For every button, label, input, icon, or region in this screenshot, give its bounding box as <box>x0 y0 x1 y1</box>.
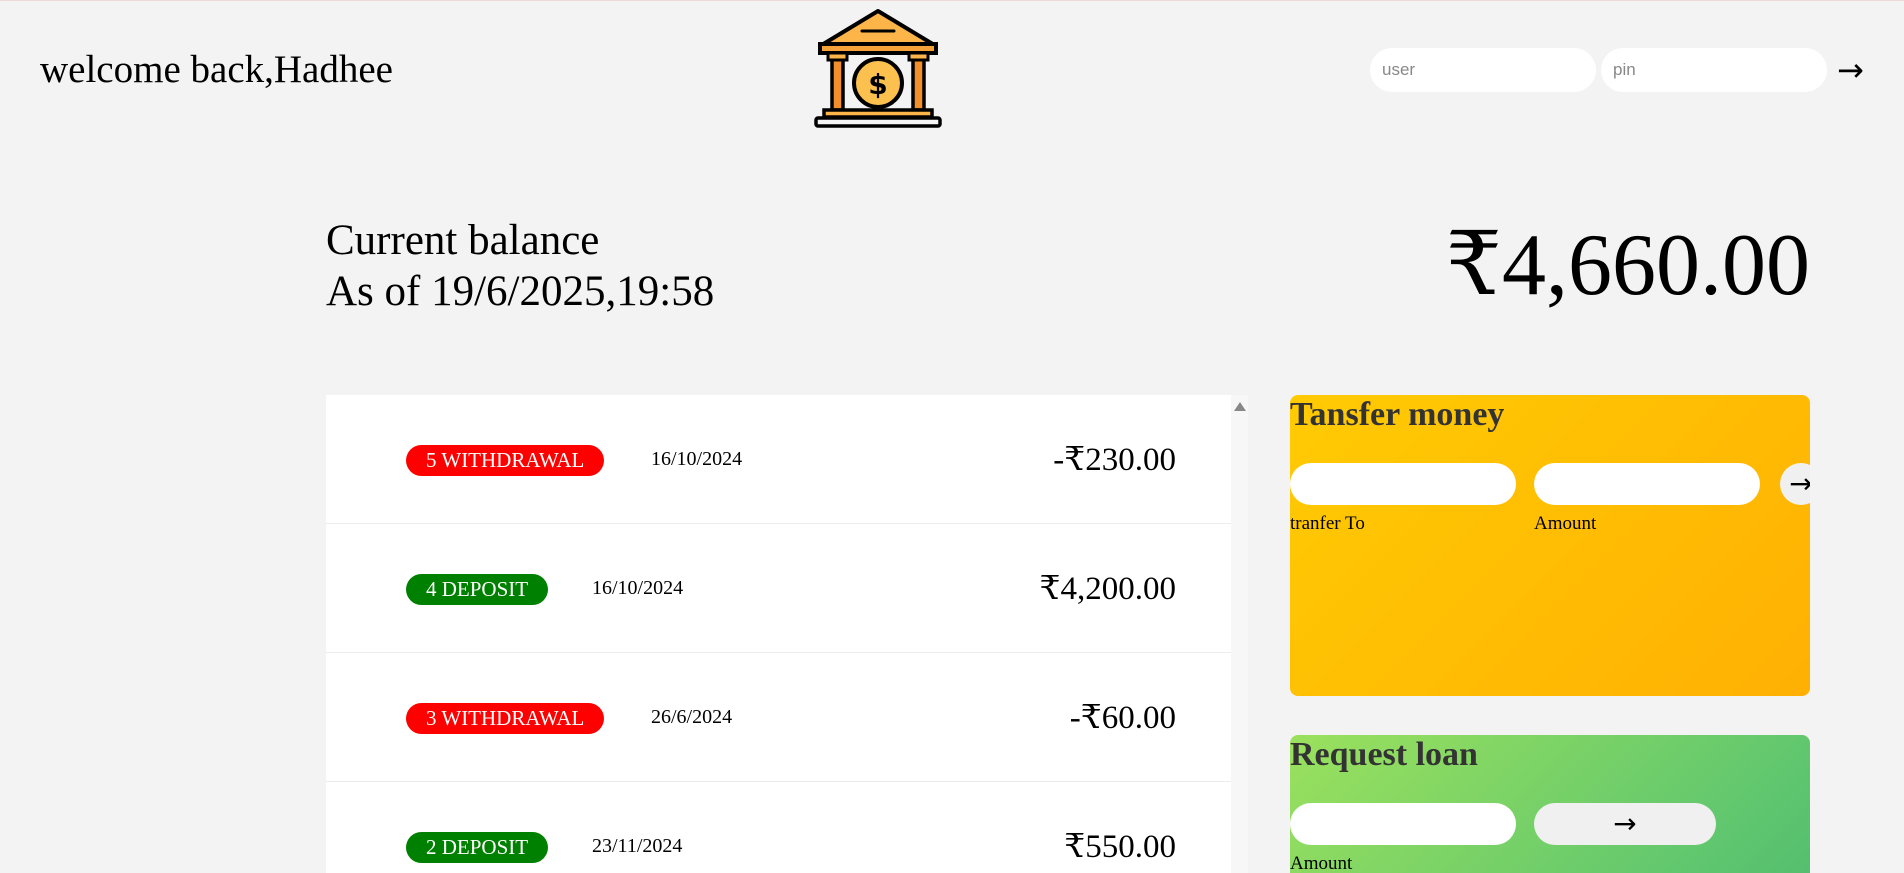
loan-amount-label: Amount <box>1290 853 1353 873</box>
movement-amount: -₹60.00 <box>1069 700 1176 736</box>
transfer-to-input[interactable] <box>1290 463 1516 505</box>
login-submit-button[interactable]: → <box>1837 54 1864 86</box>
transfer-to-label: tranfer To <box>1290 513 1365 534</box>
movement-row: 5 WITHDRAWAL 16/10/2024 -₹230.00 <box>326 395 1231 524</box>
movements-list[interactable]: 5 WITHDRAWAL 16/10/2024 -₹230.00 4 DEPOS… <box>326 395 1248 873</box>
movement-type-badge: 4 DEPOSIT <box>406 574 549 605</box>
balance-value: ₹4,660.00 <box>1446 217 1810 314</box>
movement-date: 16/10/2024 <box>651 448 743 470</box>
welcome-message: welcome back,Hadhee <box>40 48 393 91</box>
login-form: → <box>1370 48 1864 92</box>
transfer-panel: Tansfer money → tranfer To Amount <box>1290 395 1810 696</box>
login-user-input[interactable] <box>1370 48 1596 92</box>
movement-type-badge: 5 WITHDRAWAL <box>406 445 605 476</box>
movement-type-badge: 2 DEPOSIT <box>406 832 549 863</box>
transfer-amount-input[interactable] <box>1534 463 1760 505</box>
bankist-page: welcome back,Hadhee $ → Current balance … <box>0 0 1904 873</box>
transfer-amount-label: Amount <box>1534 513 1597 534</box>
loan-submit-button[interactable]: → <box>1534 803 1716 845</box>
movement-amount: ₹4,200.00 <box>1039 571 1177 607</box>
movement-row: 2 DEPOSIT 23/11/2024 ₹550.00 <box>326 782 1231 873</box>
movement-date: 23/11/2024 <box>592 835 683 857</box>
movement-date: 16/10/2024 <box>592 577 684 599</box>
login-pin-input[interactable] <box>1601 48 1827 92</box>
bank-dollar-icon: $ <box>814 9 942 128</box>
balance-date: As of 19/6/2025,19:58 <box>326 268 715 315</box>
balance-label: Current balance <box>326 217 600 264</box>
loan-amount-input[interactable] <box>1290 803 1516 845</box>
movement-type-badge: 3 WITHDRAWAL <box>406 703 605 734</box>
movements-scrollbar[interactable] <box>1231 395 1248 873</box>
movement-date: 26/6/2024 <box>651 706 733 728</box>
scroll-up-arrow-icon[interactable] <box>1234 402 1246 411</box>
transfer-title: Tansfer money <box>1290 396 1505 433</box>
transfer-submit-button[interactable]: → <box>1780 463 1810 505</box>
movement-amount: ₹550.00 <box>1064 829 1176 865</box>
movement-row: 4 DEPOSIT 16/10/2024 ₹4,200.00 <box>326 524 1231 653</box>
movement-amount: -₹230.00 <box>1053 442 1176 478</box>
movement-row: 3 WITHDRAWAL 26/6/2024 -₹60.00 <box>326 653 1231 782</box>
balance-label-block: Current balance As of 19/6/2025,19:58 <box>326 215 714 317</box>
loan-panel: Request loan → Amount <box>1290 735 1810 873</box>
svg-text:$: $ <box>868 68 887 101</box>
loan-title: Request loan <box>1290 736 1478 773</box>
